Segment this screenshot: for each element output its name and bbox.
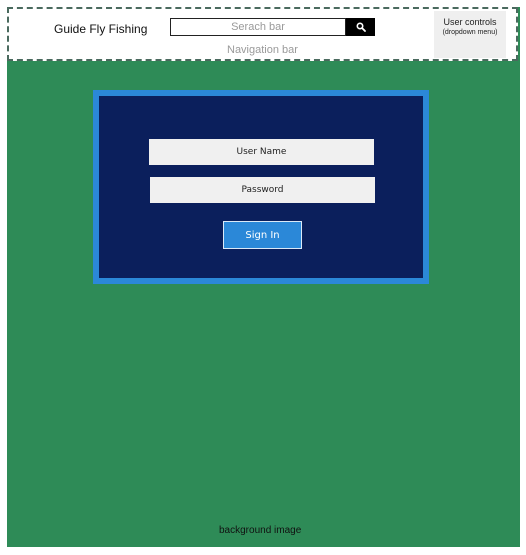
background-caption: background image bbox=[219, 525, 302, 536]
username-field[interactable] bbox=[149, 139, 374, 165]
site-title[interactable]: Guide Fly Fishing bbox=[54, 22, 147, 36]
search-input[interactable] bbox=[170, 18, 346, 36]
search-icon bbox=[355, 22, 366, 32]
login-panel: Sign In bbox=[93, 90, 429, 284]
password-field[interactable] bbox=[150, 177, 375, 203]
background-image-area: Sign In background image bbox=[7, 7, 520, 547]
search-button[interactable] bbox=[346, 18, 375, 36]
user-controls-title: User controls bbox=[443, 17, 497, 27]
navigation-bar-caption: Navigation bar bbox=[227, 44, 298, 56]
user-controls-dropdown[interactable]: User controls (dropdown menu) bbox=[434, 11, 506, 58]
navigation-bar: Guide Fly Fishing Navigation bar User co… bbox=[7, 7, 518, 61]
user-controls-subtitle: (dropdown menu) bbox=[442, 29, 498, 36]
sign-in-button[interactable]: Sign In bbox=[223, 221, 302, 249]
